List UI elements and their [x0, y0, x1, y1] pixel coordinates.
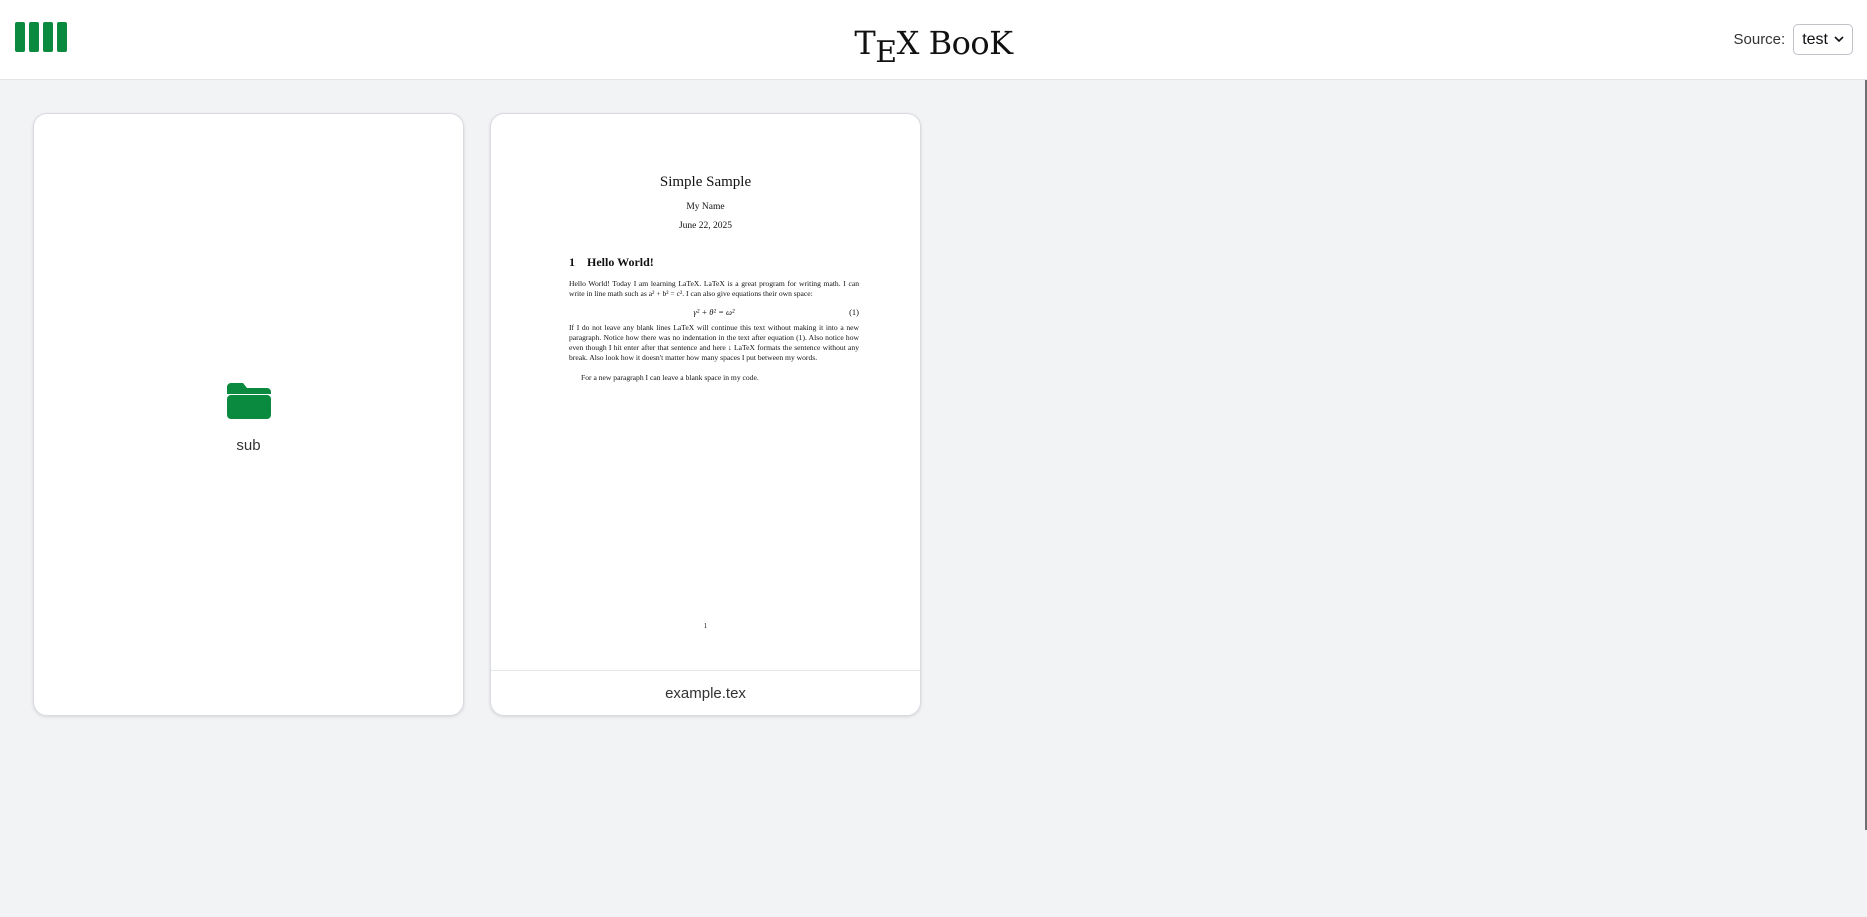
- folder-icon: [227, 383, 271, 419]
- doc-title: Simple Sample: [659, 174, 752, 190]
- doc-paragraph: If I do not leave any blank lines LaTeX …: [569, 323, 859, 362]
- app-header: TEX BooK Source: test: [0, 0, 1867, 80]
- source-dropdown[interactable]: test: [1793, 24, 1853, 55]
- source-value: test: [1802, 30, 1828, 48]
- source-label: Source:: [1733, 31, 1786, 48]
- document-preview: Simple Sample My Name June 22, 2025 1 Hel…: [491, 114, 920, 671]
- file-name: example.tex: [665, 685, 746, 702]
- chevron-down-icon: [1834, 36, 1844, 43]
- doc-paragraph: Hello World! Today I am learning LaTeX. …: [569, 279, 859, 298]
- doc-paragraph: For a new paragraph I can leave a blank …: [581, 373, 759, 382]
- folder-card[interactable]: sub: [33, 113, 464, 716]
- doc-section-heading: 1 Hello World!: [569, 255, 654, 269]
- file-card[interactable]: Simple Sample My Name June 22, 2025 1 Hel…: [490, 113, 921, 716]
- doc-page-number: 1: [703, 622, 708, 630]
- doc-author: My Name: [686, 202, 725, 212]
- source-selector: Source: test: [1733, 24, 1853, 55]
- doc-date: June 22, 2025: [678, 221, 733, 231]
- app-title: TEX BooK: [854, 24, 1013, 70]
- folder-name: sub: [236, 437, 261, 454]
